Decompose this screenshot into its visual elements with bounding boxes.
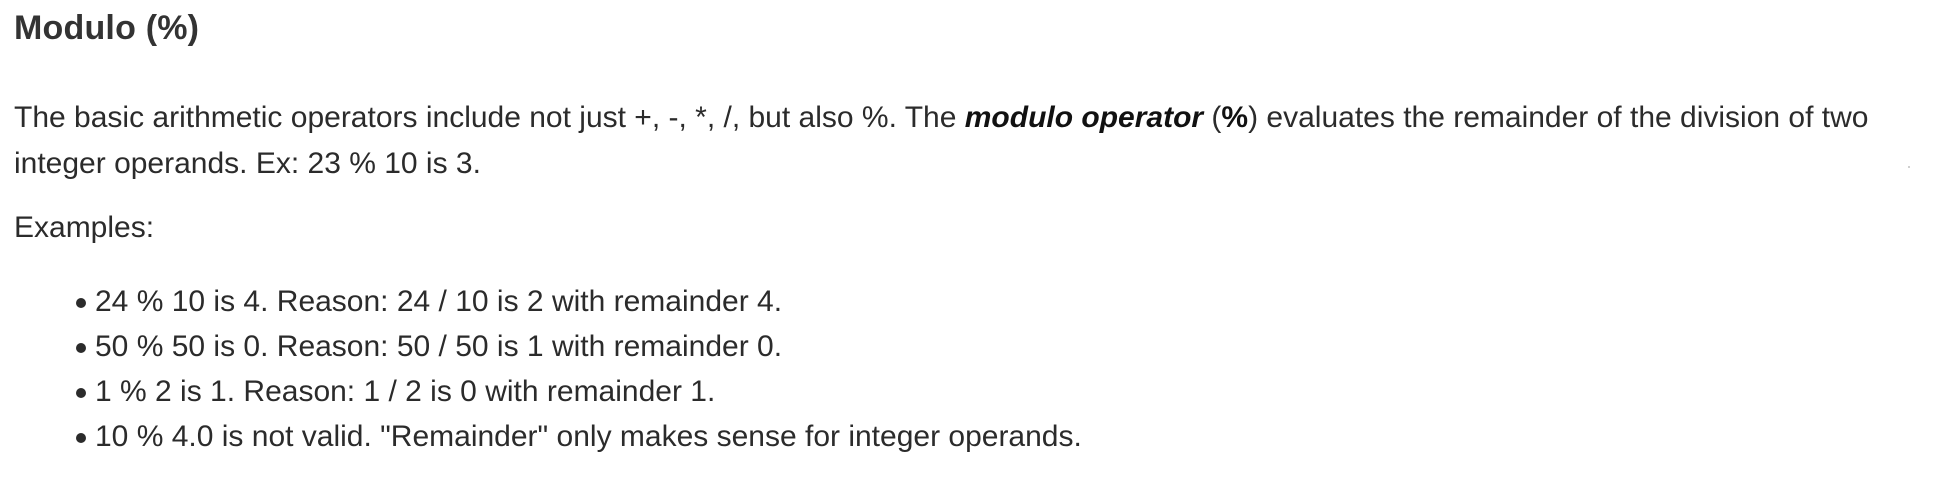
intro-paragraph: The basic arithmetic operators include n… (14, 95, 1938, 187)
list-item-text: 50 % 50 is 0. Reason: 50 / 50 is 1 with … (95, 330, 783, 363)
modulo-operator-term: modulo operator (964, 101, 1204, 134)
list-item-text: 10 % 4.0 is not valid. "Remainder" only … (95, 420, 1082, 453)
list-item: 24 % 10 is 4. Reason: 24 / 10 is 2 with … (76, 279, 1938, 324)
list-item: 50 % 50 is 0. Reason: 50 / 50 is 1 with … (76, 324, 1938, 369)
bullet-icon (76, 433, 86, 443)
list-item-text: 24 % 10 is 4. Reason: 24 / 10 is 2 with … (95, 285, 783, 318)
lesson-content: Modulo (%) The basic arithmetic operator… (14, 0, 1938, 459)
examples-list: 24 % 10 is 4. Reason: 24 / 10 is 2 with … (14, 279, 1938, 459)
list-item-text: 1 % 2 is 1. Reason: 1 / 2 is 0 with rema… (95, 375, 716, 408)
intro-text-before: The basic arithmetic operators include n… (14, 101, 965, 134)
examples-label: Examples: (14, 211, 155, 244)
intro-paren-open: ( (1203, 101, 1222, 134)
list-item: 1 % 2 is 1. Reason: 1 / 2 is 0 with rema… (76, 369, 1938, 414)
bullet-icon (76, 298, 86, 308)
section-title: Modulo (%) (14, 9, 200, 47)
bullet-icon (76, 388, 86, 398)
modulo-symbol: % (1221, 101, 1249, 134)
bullet-icon (76, 343, 86, 353)
list-item: 10 % 4.0 is not valid. "Remainder" only … (76, 414, 1938, 459)
decorative-dot (1908, 166, 1910, 168)
